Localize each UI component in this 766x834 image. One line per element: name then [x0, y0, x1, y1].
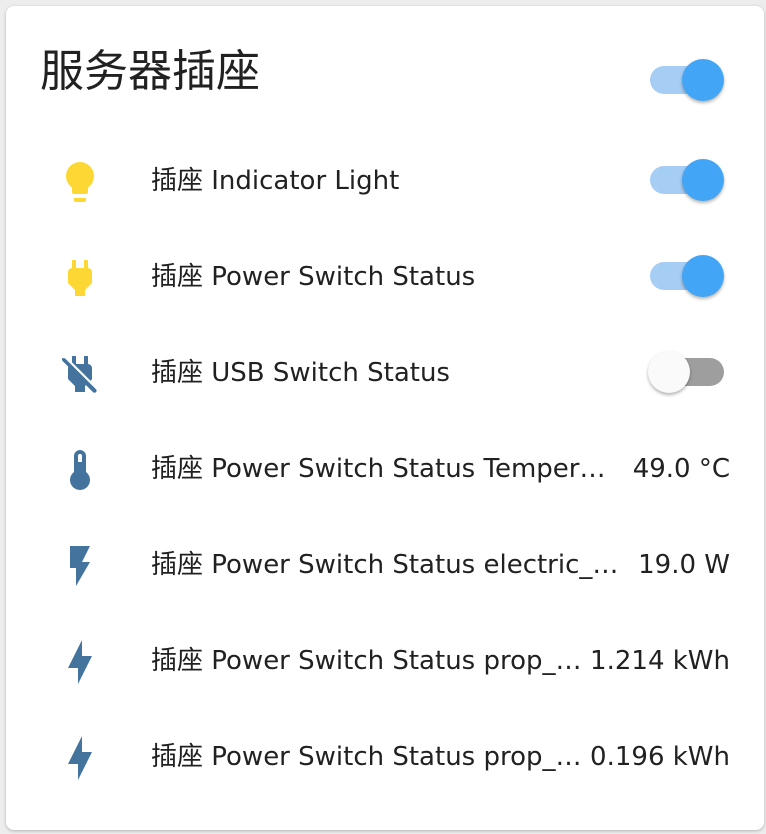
toggle-thumb: [682, 59, 724, 101]
usb-switch-toggle[interactable]: [648, 350, 724, 394]
lightbulb-icon: [66, 162, 94, 202]
power-plug-icon: [68, 260, 92, 296]
toggle-thumb: [648, 351, 690, 393]
power-plug-off-icon: [61, 356, 97, 393]
toggle-thumb: [682, 255, 724, 297]
entities-card: 服务器插座 插座 Indicator Light 插座 Power Switch…: [6, 6, 764, 830]
toggle-thumb: [682, 159, 724, 201]
power-switch-toggle[interactable]: [650, 254, 724, 298]
entity-label: 插座 Power Switch Status electric_power: [151, 550, 623, 580]
entity-value: 49.0 °C: [632, 454, 730, 484]
indicator-light-toggle[interactable]: [650, 158, 724, 202]
entity-row-power-switch[interactable]: 插座 Power Switch Status: [6, 230, 764, 326]
entity-value: 19.0 W: [638, 550, 730, 580]
flash-icon: [70, 546, 90, 586]
flash-icon: [68, 736, 92, 780]
entity-label: 插座 Power Switch Status prop_consumption: [151, 742, 583, 772]
entity-row-indicator-light[interactable]: 插座 Indicator Light: [6, 134, 764, 230]
entity-value: 0.196 kWh: [590, 742, 730, 772]
thermometer-icon: [70, 450, 90, 490]
entity-row-consumption[interactable]: 插座 Power Switch Status prop_consumption …: [6, 710, 764, 806]
entity-label: 插座 Indicator Light: [151, 166, 400, 196]
entity-row-temperature[interactable]: 插座 Power Switch Status Temperature 49.0 …: [6, 422, 764, 518]
entity-label: 插座 Power Switch Status Temperature: [151, 454, 619, 484]
entity-label: 插座 USB Switch Status: [151, 358, 450, 388]
entity-label: 插座 Power Switch Status prop_consumption: [151, 646, 583, 676]
card-title: 服务器插座: [40, 46, 260, 97]
entity-value: 1.214 kWh: [590, 646, 730, 676]
entity-row-electric-power[interactable]: 插座 Power Switch Status electric_power 19…: [6, 518, 764, 614]
flash-icon: [68, 640, 92, 684]
entity-row-usb-switch[interactable]: 插座 USB Switch Status: [6, 326, 764, 422]
entity-row-consumption[interactable]: 插座 Power Switch Status prop_consumption …: [6, 614, 764, 710]
entity-label: 插座 Power Switch Status: [151, 262, 476, 292]
main-toggle[interactable]: [650, 58, 724, 102]
